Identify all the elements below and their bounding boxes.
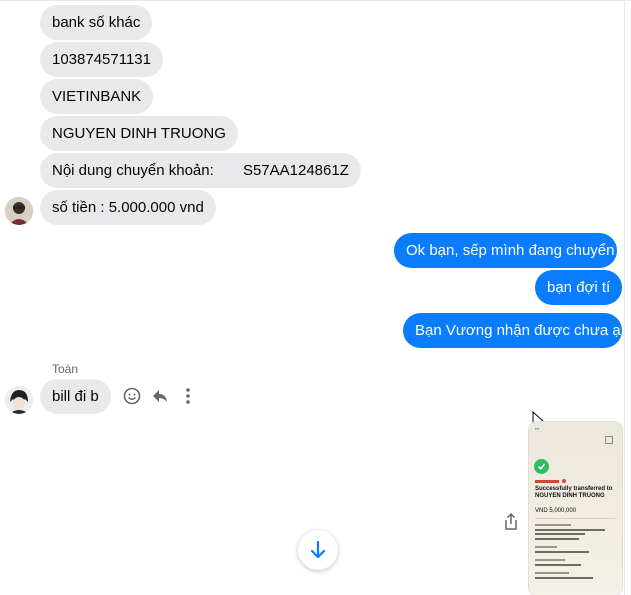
receipt-field: [535, 529, 605, 531]
outgoing-message[interactable]: bạn đợi tí: [535, 270, 622, 305]
outgoing-message[interactable]: Ok bạn, sếp mình đang chuyển: [394, 233, 617, 268]
receipt-field: [535, 577, 593, 579]
incoming-message[interactable]: 103874571131: [40, 42, 163, 77]
react-emoji-icon[interactable]: [121, 385, 143, 407]
receipt-field: [535, 572, 569, 574]
receipt-field: [535, 564, 581, 566]
right-divider: [624, 0, 625, 595]
scroll-to-bottom-button[interactable]: [298, 530, 338, 570]
incoming-message[interactable]: bill đi b: [40, 379, 111, 414]
incoming-message[interactable]: bank số khác: [40, 5, 153, 40]
receipt-field: [535, 538, 579, 540]
success-check-icon: [534, 459, 549, 474]
bank-logo: [535, 480, 559, 483]
avatar[interactable]: [5, 197, 33, 225]
avatar[interactable]: [5, 386, 33, 414]
receipt-divider: [535, 518, 615, 519]
bank-logo-dot: [562, 479, 566, 483]
status-bar: ▪▪▪: [535, 426, 540, 431]
outgoing-message[interactable]: Bạn Vương nhận được chưa ạ: [403, 313, 622, 348]
more-options-icon[interactable]: [177, 385, 199, 407]
avatar-photo-icon: [5, 386, 33, 414]
top-divider: [0, 0, 631, 1]
sender-name: Toàn: [52, 362, 79, 376]
receipt-field: [535, 533, 585, 535]
reply-icon[interactable]: [149, 385, 171, 407]
receipt-field: [535, 559, 565, 561]
share-icon: [605, 436, 613, 444]
incoming-message[interactable]: NGUYEN DINH TRUONG: [40, 116, 238, 151]
avatar-photo-icon: [5, 197, 33, 225]
receipt-amount: VND 5,000,000: [535, 508, 577, 514]
incoming-message[interactable]: VIETINBANK: [40, 79, 154, 114]
receipt-heading: Successfully transferred to NGUYEN DINH …: [535, 486, 613, 499]
incoming-message[interactable]: số tiền : 5.000.000 vnd: [40, 190, 216, 225]
share-icon[interactable]: [500, 511, 522, 533]
arrow-down-icon: [310, 540, 326, 559]
incoming-message[interactable]: Nội dung chuyển khoản: S57AA124861Z: [40, 153, 361, 188]
receipt-image[interactable]: ▪▪▪ Successfully transferred to NGUYEN D…: [529, 422, 622, 595]
receipt-field: [535, 546, 557, 548]
receipt-field: [535, 551, 589, 553]
receipt-field: [535, 524, 571, 526]
